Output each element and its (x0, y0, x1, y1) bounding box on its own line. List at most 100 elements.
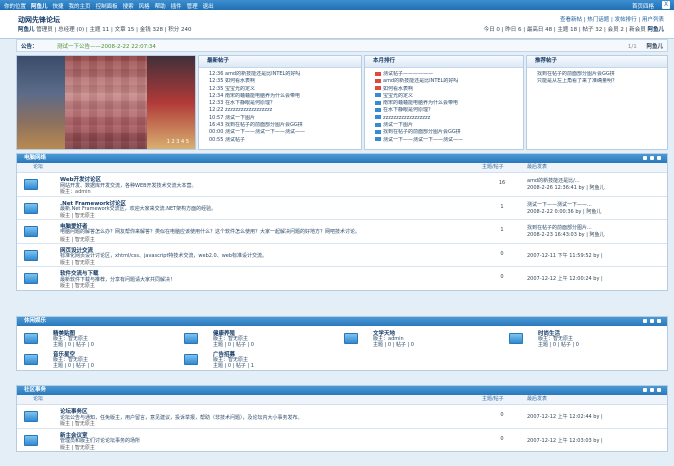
last-post-title[interactable]: 测试一下——测试一下——... (527, 201, 592, 208)
last-post-time: 2007-12-11 下午 11:59:52 by | (527, 252, 603, 259)
forum-moderator[interactable]: 版主 | 智无原主 (60, 444, 95, 451)
expand-icon[interactable] (650, 156, 654, 160)
forum-folder-icon (509, 333, 523, 344)
close-icon[interactable] (657, 388, 661, 392)
table-row: 新主会议室 管理员和版主们讨论论坛事务的场所 版主 | 智无原主 0 2007-… (17, 429, 667, 452)
user-info: 管理员 | 总经理 (0) | 主题 11 | 文章 15 | 金钱 328 |… (36, 27, 192, 33)
close-icon[interactable] (657, 319, 661, 323)
rank-icon (375, 100, 381, 105)
forum-count: 主题 | 0 | 帖子 | 0 (53, 342, 94, 348)
forum-count: 主题 | 0 | 帖子 | 0 (538, 342, 579, 348)
forum-count: 0 (500, 274, 504, 280)
last-post-time: 2008-2-23 16:43:03 by | 阿鱼儿 (527, 232, 605, 238)
top-nav-bar: 你的位置 阿鱼儿 快捷 我的主页 控制面板 搜索 风格 帮助 插件 管理 退出 … (0, 0, 674, 10)
rank-icon (375, 107, 381, 112)
rank-icon (375, 137, 381, 142)
grid-forum-cell: 精美贴图 版主：智无原主 主题 | 0 | 帖子 | 0 (17, 327, 177, 348)
forum-header: 动网先锋论坛 阿鱼儿 管理员 | 总经理 (0) | 主题 11 | 文章 15… (0, 10, 674, 39)
list-item[interactable]: 12:35 宝宝光的定义 (209, 86, 361, 93)
monthly-ranking-panel: 本月排行 测试帖子—————— amd的新技能还是比INTEL的好吗 如何看水表… (364, 55, 524, 150)
category-controls (643, 388, 661, 392)
rank-icon (375, 129, 381, 134)
header-quick-links[interactable]: 查看新帖 | 热门话题 | 发帖排行 | 用户列表 (560, 15, 664, 23)
column-header: 论坛 主题/帖子 最后发表 (17, 395, 667, 405)
list-item[interactable]: 12:34 南宋的蛐蛐能电脑养为什么会带电 (209, 93, 361, 100)
forum-moderator[interactable]: 版主：admin (60, 188, 91, 195)
nav-item-style[interactable]: 风格 (139, 2, 150, 10)
list-item[interactable]: 只能是从左上角看了来了准确量明？ (537, 78, 667, 85)
expand-icon[interactable] (650, 388, 654, 392)
announcement-user[interactable]: 阿鱼儿 (646, 44, 663, 50)
list-item[interactable]: 如何看水表啊 (375, 86, 523, 93)
collapse-icon[interactable] (643, 319, 647, 323)
last-post-time: 2007-12-12 上午 12:03:03 by | (527, 437, 603, 444)
list-item[interactable]: 00:00 测试一下——测试一下——测试—— (209, 129, 361, 136)
list-item[interactable]: 测试一下——测试一下——测试—— (375, 137, 523, 144)
forum-moderator[interactable]: 版主 | 智无原主 (60, 420, 95, 427)
list-item[interactable]: 10:57 测试一下图片 (209, 115, 361, 122)
grid-forum-cell: 广告招募 版主：智无原主 主题 | 0 | 帖子 | 1 (177, 348, 337, 369)
forum-folder-icon (344, 333, 358, 344)
list-item[interactable]: 12:35 如何看水表啊 (209, 78, 361, 85)
user-name[interactable]: 阿鱼儿 (18, 27, 35, 33)
list-item[interactable]: 在水下静眼是何原理？ (375, 107, 523, 114)
announcement-message[interactable]: 测试一下公告——2008-2-22 22:07:34 (57, 42, 156, 50)
last-post-title[interactable]: amd的新技能还是比/... (527, 177, 580, 184)
nav-item-admin[interactable]: 管理 (187, 2, 198, 10)
forum-moderator[interactable]: 版主 | 智无原主 (60, 212, 95, 219)
list-item[interactable]: 找到在帖子的前面部分图片会GG拼 (375, 129, 523, 136)
nav-item-search[interactable]: 搜索 (123, 2, 134, 10)
nav-item-user[interactable]: 阿鱼儿 (31, 2, 48, 10)
list-item[interactable]: 测试一下图片 (375, 122, 523, 129)
forum-folder-icon (24, 354, 38, 365)
latest-posts-title: 最新帖子 (199, 56, 361, 68)
forum-count: 1 (500, 203, 504, 210)
nav-item-location[interactable]: 你的位置 (4, 2, 26, 10)
top-right-link[interactable]: 首页四格 (632, 2, 654, 10)
nav-item-quick[interactable]: 快捷 (53, 2, 64, 10)
list-item[interactable]: 找到在帖子的前面部分图片会GG拼 (537, 71, 667, 78)
forum-moderator[interactable]: 版主 | 智无原主 (60, 259, 95, 266)
list-item[interactable]: zzzzzzzzzzzzzzzzzz (375, 115, 523, 122)
forum-folder-icon (184, 354, 198, 365)
forum-moderator[interactable]: 版主 | 智无原主 (60, 282, 95, 289)
list-item[interactable]: amd的新技能还是比INTEL的好吗 (375, 78, 523, 85)
last-post-title[interactable]: 找到在帖子的前面部分图片... (527, 224, 592, 231)
expand-icon[interactable] (650, 319, 654, 323)
category-title[interactable]: 电脑网络 (24, 155, 46, 161)
grid-forum-cell: 健康养殖 版主：智无原主 主题 | 0 | 帖子 | 0 (177, 327, 337, 348)
slideshow-page-numbers[interactable]: 1 2 3 4 5 (167, 139, 189, 145)
forum-count: 0 (500, 412, 504, 418)
nav-item-logout[interactable]: 退出 (203, 2, 214, 10)
list-item[interactable]: 00:55 测试帖子 (209, 137, 361, 144)
list-item[interactable]: 测试帖子—————— (375, 71, 523, 78)
close-icon[interactable]: X (662, 1, 670, 9)
list-item[interactable]: 12:22 zzzzzzzzzzzzzzzzzz (209, 107, 361, 114)
nav-item-control-panel[interactable]: 控制面板 (96, 2, 118, 10)
column-last: 最后发表 (527, 164, 548, 170)
rank-icon (375, 71, 381, 76)
grid-forum-cell: 音乐星空 版主：智无原主 主题 | 0 | 帖子 | 0 (17, 348, 177, 369)
rank-icon (375, 86, 381, 91)
category-title[interactable]: 休闲娱乐 (24, 318, 46, 324)
nav-item-plugins[interactable]: 插件 (171, 2, 182, 10)
forum-count: 主题 | 0 | 帖子 | 0 (373, 342, 414, 348)
nav-item-home[interactable]: 我的主页 (69, 2, 91, 10)
category-title[interactable]: 社区事务 (24, 387, 46, 393)
forum-moderator[interactable]: 版主 | 智无原主 (60, 236, 95, 243)
grid-forum-cell: 文学天地 版主：admin 主题 | 0 | 帖子 | 0 (337, 327, 497, 348)
list-item[interactable]: 16:43 找到在帖子的前面部分图片会GG拼 (209, 122, 361, 129)
list-item[interactable]: 12:33 在水下静眼是何原理？ (209, 100, 361, 107)
close-icon[interactable] (657, 156, 661, 160)
list-item[interactable]: 南宋的蛐蛐能电脑养为什么会带电 (375, 100, 523, 107)
last-post-time: 2008-2-22 0:00:36 by | 阿鱼儿 (527, 208, 602, 215)
stats-newest-user[interactable]: 阿鱼儿 (647, 27, 664, 33)
list-item[interactable]: 宝宝光的定义 (375, 93, 523, 100)
nav-item-help[interactable]: 帮助 (155, 2, 166, 10)
collapse-icon[interactable] (643, 156, 647, 160)
list-item[interactable]: 12:36 amd的新技能还是比INTEL的好吗 (209, 71, 361, 78)
collapse-icon[interactable] (643, 388, 647, 392)
slideshow-image[interactable]: 1 2 3 4 5 (16, 55, 196, 150)
slideshow-background-left (17, 56, 72, 149)
forum-count: 0 (500, 250, 504, 257)
